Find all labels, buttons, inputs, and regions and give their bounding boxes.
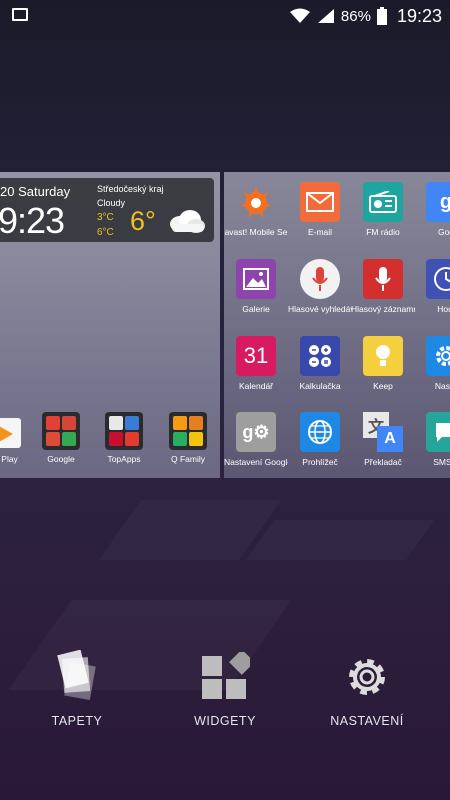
app-label: Hodi — [437, 304, 450, 314]
keep-icon — [363, 336, 403, 376]
topapps-folder-label: TopApps — [107, 454, 141, 464]
widgets-label: WIDGETY — [194, 714, 256, 728]
widgets-option[interactable]: WIDGETY — [170, 650, 280, 728]
app-label: Kalkulačka — [299, 381, 341, 391]
app-browser[interactable]: Prohlížeč — [288, 412, 352, 467]
app-google-settings[interactable]: g⚙ Nastavení Google — [224, 412, 288, 467]
widget-condition: Cloudy — [97, 198, 126, 208]
app-label: SMS a — [433, 457, 450, 467]
email-icon — [300, 182, 340, 222]
voice-search-icon — [300, 259, 340, 299]
app-label: Kalendář — [238, 381, 274, 391]
app-email[interactable]: E-mail — [288, 182, 352, 237]
topapps-folder-icon — [105, 412, 143, 450]
settings-option[interactable]: NASTAVENÍ — [312, 650, 422, 728]
topapps-folder[interactable]: TopApps — [92, 412, 156, 464]
radio-icon — [363, 182, 403, 222]
google-settings-icon: g⚙ — [236, 412, 276, 452]
app-clock[interactable]: Hodi — [414, 259, 450, 314]
app-label: Goo — [437, 227, 450, 237]
settings-label: NASTAVENÍ — [330, 714, 404, 728]
app-label: Překladač — [364, 457, 402, 467]
widget-temp-current: 6° — [130, 206, 156, 236]
wallpaper-icon — [22, 650, 132, 700]
wallpapers-label: TAPETY — [51, 714, 103, 728]
app-calendar[interactable]: 31 Kalendář — [224, 336, 288, 391]
app-label: avast! Mobile Se — [224, 227, 288, 237]
app-label: Galerie — [242, 304, 270, 314]
google-folder-icon — [42, 412, 80, 450]
widgets-icon — [170, 650, 280, 700]
app-sms[interactable]: SMS a — [414, 412, 450, 467]
sms-icon — [426, 412, 450, 452]
app-label: Keep — [373, 381, 393, 391]
app-google[interactable]: g Goo — [414, 182, 450, 237]
calculator-icon — [300, 336, 340, 376]
qfamily-folder-icon — [169, 412, 207, 450]
signal-icon — [317, 9, 334, 23]
background-streak — [246, 520, 434, 560]
cloud-icon — [170, 210, 205, 233]
app-label: Nasta — [434, 381, 450, 391]
avast-icon — [236, 182, 276, 222]
app-keep[interactable]: Keep — [351, 336, 415, 391]
widget-time: 9:23 — [0, 200, 65, 241]
google-folder-label: Google — [47, 454, 75, 464]
clock-weather-widget[interactable]: 20 Saturday 9:23 Středočeský kraj Cloudy… — [0, 178, 214, 242]
widget-region: Středočeský kraj — [97, 184, 164, 194]
app-gallery[interactable]: Galerie — [224, 259, 288, 314]
app-label: Prohlížeč — [302, 457, 338, 467]
settings-icon — [426, 336, 450, 376]
image-notification-icon — [12, 8, 28, 21]
app-translate[interactable]: 文 A Překladač — [351, 412, 415, 467]
app-label: Hlasové vyhledáv — [288, 304, 352, 314]
status-time: 19:23 — [396, 5, 442, 26]
status-bar: 86% 19:23 — [0, 0, 450, 32]
wifi-icon — [289, 8, 310, 23]
voice-recorder-icon — [363, 259, 403, 299]
app-voice-search[interactable]: Hlasové vyhledáv — [288, 259, 352, 314]
app-calculator[interactable]: Kalkulačka — [288, 336, 352, 391]
app-settings[interactable]: Nasta — [414, 336, 450, 391]
gallery-icon — [236, 259, 276, 299]
wallpapers-option[interactable]: TAPETY — [22, 650, 132, 728]
google-folder[interactable]: Google — [29, 412, 93, 464]
app-label: Hlasový záznamn — [351, 304, 415, 314]
qfamily-folder-label: Q Family — [171, 454, 205, 464]
app-label: E-mail — [307, 227, 333, 237]
widget-temp-high: 3°C — [97, 212, 114, 223]
app-label: Nastavení Google — [224, 457, 288, 467]
translate-icon: 文 A — [363, 412, 403, 452]
qfamily-folder[interactable]: Q Family — [156, 412, 220, 464]
app-fm-radio[interactable]: FM rádio — [351, 182, 415, 237]
widget-temp-low: 6°C — [97, 227, 114, 238]
calendar-day: 31 — [243, 343, 269, 368]
clock-icon — [426, 259, 450, 299]
app-label: FM rádio — [366, 227, 400, 237]
widget-date: 20 Saturday — [0, 184, 71, 199]
app-voice-recorder[interactable]: Hlasový záznamn — [351, 259, 415, 314]
calendar-icon: 31 — [236, 336, 276, 376]
google-icon: g — [426, 182, 450, 222]
play-store-icon — [0, 412, 25, 450]
app-avast[interactable]: avast! Mobile Se — [224, 182, 288, 237]
battery-icon — [376, 7, 387, 25]
gear-icon — [312, 650, 422, 700]
browser-icon — [300, 412, 340, 452]
battery-percent: 86% — [340, 7, 371, 25]
